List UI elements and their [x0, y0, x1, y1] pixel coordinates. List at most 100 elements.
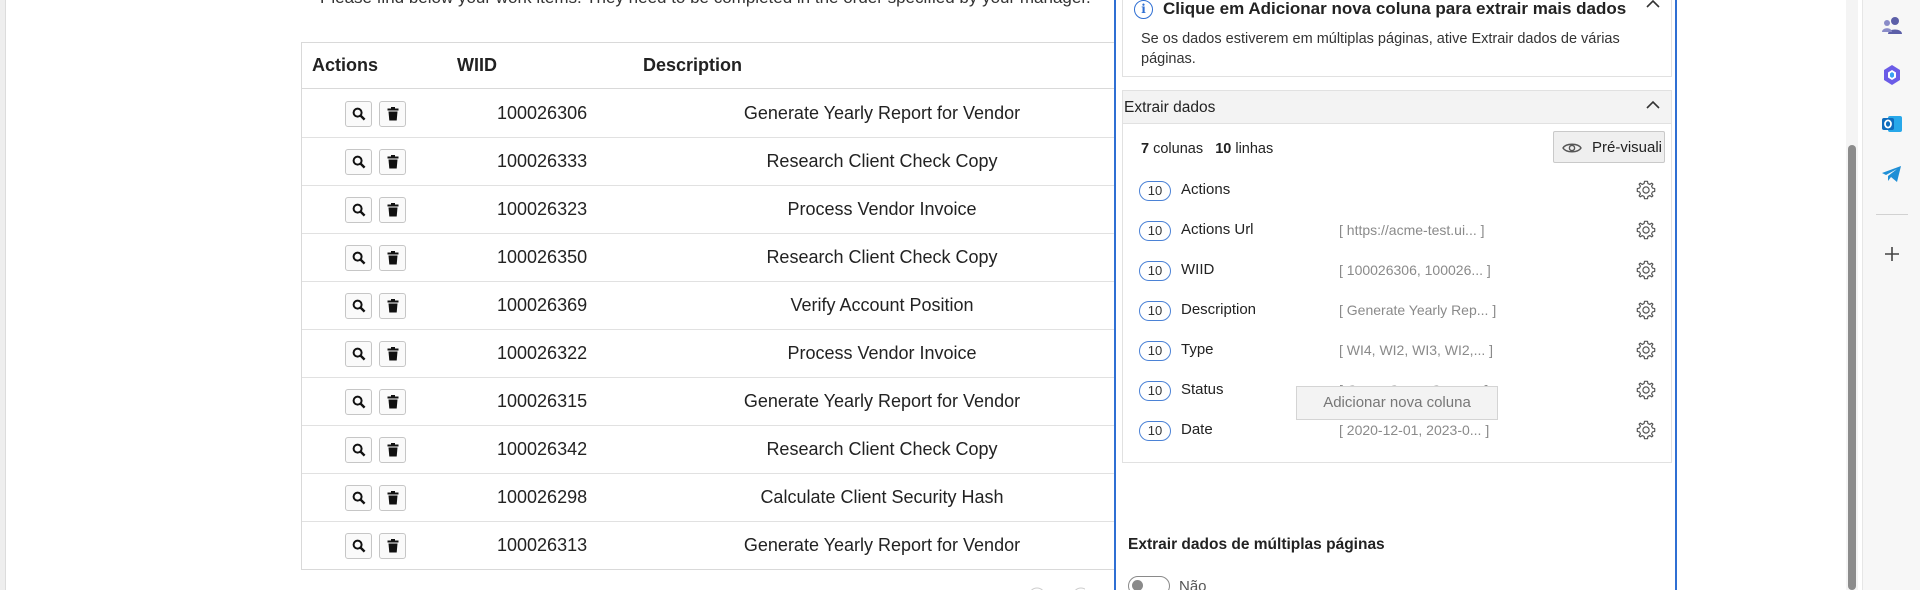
chevron-up-icon[interactable] — [1645, 0, 1661, 9]
info-banner: i Clique em Adicionar nova coluna para e… — [1122, 0, 1672, 77]
field-name: WIID — [1181, 261, 1215, 278]
gear-icon[interactable] — [1635, 299, 1657, 326]
work-items-table: Actions WIID Description 100026306 Genera… — [301, 42, 1121, 570]
rows-count: 10 — [1215, 141, 1232, 157]
view-button[interactable] — [345, 485, 372, 511]
cell-wiid: 100026369 — [497, 295, 588, 315]
search-icon — [352, 539, 366, 553]
field-count-badge: 10 — [1139, 181, 1171, 201]
extract-data-header[interactable]: Extrair dados — [1123, 91, 1671, 124]
people-icon[interactable] — [1880, 13, 1904, 37]
cell-description: Research Client Check Copy — [766, 151, 998, 171]
delete-button[interactable] — [379, 341, 406, 367]
gear-icon[interactable] — [1635, 419, 1657, 446]
cell-wiid: 100026342 — [497, 439, 588, 459]
info-text: Se os dados estiverem em múltiplas págin… — [1141, 31, 1620, 67]
view-button[interactable] — [345, 533, 372, 559]
columns-label: colunas — [1153, 141, 1204, 157]
field-count-badge: 10 — [1139, 341, 1171, 361]
browser-sidebar — [1862, 0, 1920, 590]
field-name: Date — [1181, 421, 1213, 438]
table-row: 100026323 Process Vendor Invoice — [302, 186, 1121, 234]
view-button[interactable] — [345, 293, 372, 319]
view-button[interactable] — [345, 197, 372, 223]
cell-wiid: 100026306 — [497, 103, 588, 123]
trash-icon — [387, 299, 399, 313]
cell-description: Process Vendor Invoice — [787, 199, 977, 219]
work-items-intro: Please find below your work items. They … — [320, 0, 1091, 8]
trash-icon — [387, 443, 399, 457]
cell-description: Verify Account Position — [790, 295, 974, 315]
table-row: 100026369 Verify Account Position — [302, 282, 1121, 330]
table-row: 100026313 Generate Yearly Report for Vend… — [302, 522, 1121, 570]
view-button[interactable] — [345, 341, 372, 367]
search-icon — [352, 299, 366, 313]
cell-wiid: 100026298 — [497, 487, 588, 507]
table-row: 100026315 Generate Yearly Report for Vend… — [302, 378, 1121, 426]
search-icon — [352, 203, 366, 217]
delete-button[interactable] — [379, 389, 406, 415]
search-icon — [352, 395, 366, 409]
trash-icon — [387, 539, 399, 553]
trash-icon — [387, 251, 399, 265]
field-count-badge: 10 — [1139, 421, 1171, 441]
gear-icon[interactable] — [1635, 219, 1657, 246]
gear-icon[interactable] — [1635, 379, 1657, 406]
gear-icon[interactable] — [1635, 179, 1657, 206]
plus-icon[interactable] — [1880, 242, 1904, 266]
outlook-icon[interactable] — [1880, 112, 1904, 136]
view-button[interactable] — [345, 389, 372, 415]
view-button[interactable] — [345, 245, 372, 271]
cell-wiid: 100026315 — [497, 391, 588, 411]
delete-button[interactable] — [379, 101, 406, 127]
delete-button[interactable] — [379, 149, 406, 175]
table-row: 100026298 Calculate Client Security Hash — [302, 474, 1121, 522]
delete-button[interactable] — [379, 485, 406, 511]
columns-count: 7 — [1141, 141, 1150, 157]
view-button[interactable] — [345, 149, 372, 175]
header-wiid: WIID — [457, 55, 497, 75]
delete-button[interactable] — [379, 533, 406, 559]
info-icon: i — [1134, 0, 1153, 19]
chevron-up-icon[interactable] — [1645, 100, 1661, 110]
header-description: Description — [643, 55, 743, 75]
trash-icon — [387, 203, 399, 217]
view-button[interactable] — [345, 101, 372, 127]
field-row: 10 Actions Url [ https://acme-test.ui... ] — [1139, 211, 1659, 251]
multipage-toggle-label: Não — [1179, 578, 1207, 590]
multipage-toggle[interactable] — [1128, 576, 1170, 590]
cell-description: Research Client Check Copy — [766, 247, 998, 267]
add-column-button[interactable]: Adicionar nova coluna — [1296, 386, 1498, 420]
pagination-dots — [1030, 587, 1085, 590]
field-row: 10 Description [ Generate Yearly Rep... ] — [1139, 291, 1659, 331]
field-preview: [ https://acme-test.ui... ] — [1339, 222, 1485, 238]
gear-icon[interactable] — [1635, 339, 1657, 366]
view-button[interactable] — [345, 437, 372, 463]
header-actions: Actions — [312, 55, 379, 75]
field-preview: [ WI4, WI2, WI3, WI2,... ] — [1339, 342, 1494, 358]
search-icon — [352, 443, 366, 457]
field-row: 10 WIID [ 100026306, 100026... ] — [1139, 251, 1659, 291]
trash-icon — [387, 155, 399, 169]
delete-button[interactable] — [379, 245, 406, 271]
delete-button[interactable] — [379, 197, 406, 223]
field-count-badge: 10 — [1139, 261, 1171, 281]
field-preview: [ 100026306, 100026... ] — [1339, 262, 1491, 278]
scrollbar-thumb[interactable] — [1848, 145, 1856, 590]
delete-button[interactable] — [379, 437, 406, 463]
telegram-icon[interactable] — [1880, 162, 1904, 186]
preview-button[interactable]: Pré-visuali — [1553, 131, 1665, 163]
search-icon — [352, 347, 366, 361]
field-name: Status — [1181, 381, 1224, 398]
extract-data-panel: i Clique em Adicionar nova coluna para e… — [1114, 0, 1677, 590]
extract-counts: 7 colunas 10 linhas — [1141, 141, 1273, 157]
page-scrollbar[interactable] — [1846, 0, 1858, 590]
gear-icon[interactable] — [1635, 259, 1657, 286]
copilot-icon[interactable] — [1880, 63, 1904, 87]
table-row: 100026306 Generate Yearly Report for Vend… — [302, 90, 1121, 138]
table-row: 100026322 Process Vendor Invoice — [302, 330, 1121, 378]
delete-button[interactable] — [379, 293, 406, 319]
trash-icon — [387, 107, 399, 121]
cell-description: Generate Yearly Report for Vendor — [743, 103, 1021, 123]
eye-icon — [1562, 143, 1582, 153]
